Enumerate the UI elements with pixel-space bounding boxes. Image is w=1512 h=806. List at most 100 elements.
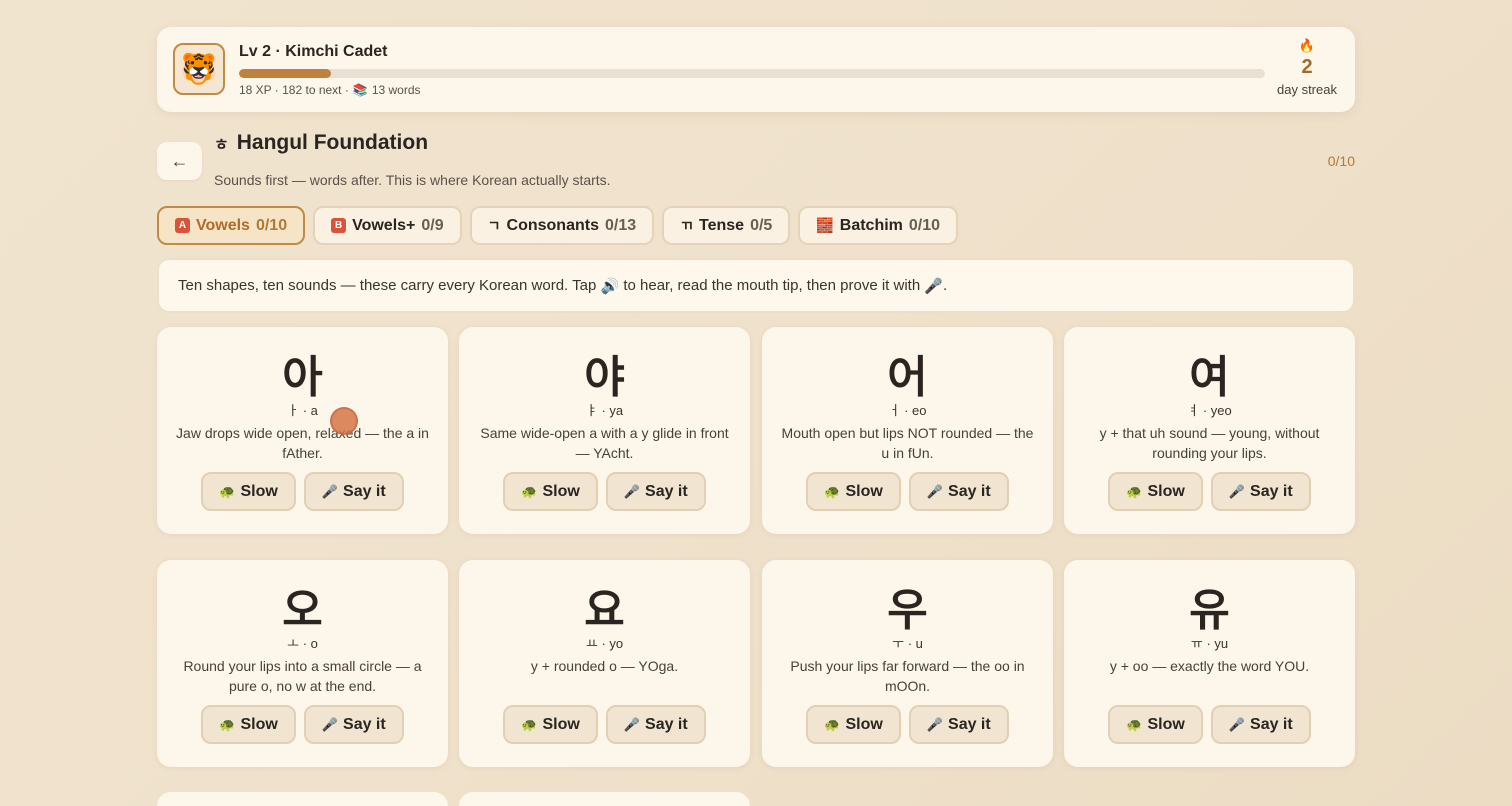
- turtle-icon: 🐢: [219, 483, 236, 499]
- tab-vowels-plus[interactable]: B Vowels+ 0/9: [313, 206, 462, 245]
- romanization: ㅜ · u: [892, 636, 923, 651]
- intro-text: .: [943, 277, 948, 294]
- romanization: ㅏ · a: [287, 403, 318, 418]
- vowel-card: [459, 792, 750, 806]
- romanization: ㅛ · yo: [585, 636, 624, 651]
- slow-label: Slow: [845, 715, 883, 733]
- vowel-card: 유ㅠ · yu y + oo — exactly the word YOU. 🐢 Sl…: [1064, 560, 1355, 767]
- slow-button[interactable]: 🐢 Slow: [201, 472, 296, 511]
- card-actions: 🐢 Slow 🎤 Say it: [459, 472, 750, 511]
- romanization: ㅕ · yeo: [1187, 403, 1232, 418]
- say-it-button[interactable]: 🎤 Say it: [908, 472, 1009, 511]
- slow-label: Slow: [542, 715, 580, 733]
- slow-button[interactable]: 🐢 Slow: [503, 472, 598, 511]
- hangul-syllable: 어: [887, 352, 928, 403]
- mouth-tip: Jaw drops wide open, relaxed — the a in …: [176, 425, 429, 461]
- microphone-icon: 🎤: [321, 716, 339, 732]
- turtle-icon: 🐢: [1126, 483, 1143, 499]
- say-it-label: Say it: [645, 482, 688, 500]
- slow-label: Slow: [1147, 715, 1185, 733]
- turtle-icon: 🐢: [824, 483, 841, 499]
- vowel-card: [157, 792, 448, 806]
- card-actions: 🐢 Slow 🎤 Say it: [762, 705, 1053, 744]
- say-it-button[interactable]: 🎤 Say it: [303, 472, 404, 511]
- hangul-syllable: 여: [1189, 352, 1230, 403]
- slow-button[interactable]: 🐢 Slow: [1108, 472, 1203, 511]
- turtle-icon: 🐢: [219, 716, 236, 732]
- tab-count: 0/13: [604, 216, 637, 234]
- vowel-card: 야ㅑ · ya Same wide-open a with a y glide i…: [459, 327, 750, 534]
- say-it-button[interactable]: 🎤 Say it: [1210, 472, 1311, 511]
- xp-meta: 18 XP · 182 to next · 📚 13 words: [239, 83, 421, 97]
- card-actions: 🐢 Slow 🎤 Say it: [1064, 705, 1355, 744]
- microphone-icon: 🎤: [1228, 716, 1246, 732]
- say-it-label: Say it: [948, 482, 991, 500]
- flame-icon: 🔥: [1298, 38, 1316, 53]
- say-it-button[interactable]: 🎤 Say it: [908, 705, 1009, 744]
- turtle-icon: 🐢: [1126, 716, 1143, 732]
- hangul-glyph-icon: ㅎ: [214, 137, 229, 154]
- back-button[interactable]: ←: [157, 142, 202, 180]
- vowel-card: 오ㅗ · o Round your lips into a small circl…: [157, 560, 448, 767]
- brick-icon: 🧱: [816, 217, 834, 233]
- turtle-icon: 🐢: [521, 483, 538, 499]
- mouth-tip: Push your lips far forward — the oo in m…: [790, 658, 1025, 694]
- letter-b-badge-icon: B: [331, 218, 347, 233]
- mouth-tip: y + rounded o — YOga.: [530, 658, 679, 674]
- card-actions: 🐢 Slow 🎤 Say it: [762, 472, 1053, 511]
- words-count: 13 words: [371, 83, 421, 97]
- microphone-icon: 🎤: [926, 716, 944, 732]
- turtle-icon: 🐢: [521, 716, 538, 732]
- tab-consonants[interactable]: ㄱ Consonants 0/13: [469, 206, 655, 245]
- level-title: Lv 2 · Kimchi Cadet: [239, 43, 388, 60]
- page-title-text: Hangul Foundation: [236, 131, 429, 154]
- level-header: 🐯 Lv 2 · Kimchi Cadet 18 XP · 182 to nex…: [157, 27, 1355, 112]
- slow-button[interactable]: 🐢 Slow: [806, 705, 901, 744]
- tab-label: Batchim: [839, 216, 903, 234]
- tab-count: 0/10: [908, 216, 941, 234]
- romanization: ㅗ · o: [287, 636, 318, 651]
- tab-tense[interactable]: ㄲ Tense 0/5: [662, 206, 791, 245]
- microphone-icon: 🎤: [926, 483, 944, 499]
- tab-count: 0/5: [750, 216, 773, 234]
- slow-button[interactable]: 🐢 Slow: [503, 705, 598, 744]
- hangul-syllable: 우: [887, 585, 928, 636]
- slow-button[interactable]: 🐢 Slow: [1108, 705, 1203, 744]
- xp-progress-bar: [239, 69, 1265, 78]
- slow-label: Slow: [845, 482, 883, 500]
- card-actions: 🐢 Slow 🎤 Say it: [157, 472, 448, 511]
- tab-vowels[interactable]: A Vowels 0/10: [157, 206, 306, 245]
- romanization: ㅑ · ya: [585, 403, 624, 418]
- hangul-syllable: 유: [1189, 585, 1230, 636]
- say-it-button[interactable]: 🎤 Say it: [303, 705, 404, 744]
- say-it-label: Say it: [1250, 715, 1293, 733]
- xp-progress-fill: [239, 69, 332, 78]
- turtle-icon: 🐢: [824, 716, 841, 732]
- say-it-label: Say it: [645, 715, 688, 733]
- vowel-card: 우ㅜ · u Push your lips far forward — the o…: [762, 560, 1053, 767]
- microphone-icon: 🎤: [321, 483, 339, 499]
- hangul-syllable: 아: [282, 352, 323, 403]
- tab-batchim[interactable]: 🧱 Batchim 0/10: [798, 206, 959, 245]
- mouth-tip: y + oo — exactly the word YOU.: [1109, 658, 1310, 674]
- tab-count: 0/9: [421, 216, 444, 234]
- microphone-icon: 🎤: [924, 277, 944, 295]
- say-it-label: Say it: [343, 482, 386, 500]
- letter-a-badge-icon: A: [175, 218, 190, 233]
- vowel-card: 어ㅓ · eo Mouth open but lips NOT rounded —…: [762, 327, 1053, 534]
- card-actions: 🐢 Slow 🎤 Say it: [157, 705, 448, 744]
- say-it-button[interactable]: 🎤 Say it: [605, 472, 706, 511]
- say-it-button[interactable]: 🎤 Say it: [1210, 705, 1311, 744]
- vowel-card: 여ㅕ · yeo y + that uh sound — young, witho…: [1064, 327, 1355, 534]
- slow-button[interactable]: 🐢 Slow: [201, 705, 296, 744]
- slow-button[interactable]: 🐢 Slow: [806, 472, 901, 511]
- slow-label: Slow: [542, 482, 580, 500]
- intro-banner: Ten shapes, ten sounds — these carry eve…: [157, 258, 1355, 313]
- vowel-card: 요ㅛ · yo y + rounded o — YOga. 🐢 Slow 🎤 Say it: [459, 560, 750, 767]
- card-actions: 🐢 Slow 🎤 Say it: [459, 705, 750, 744]
- mouth-tip: Round your lips into a small circle — a …: [183, 658, 422, 694]
- say-it-button[interactable]: 🎤 Say it: [605, 705, 706, 744]
- streak-counter: 🔥 2 day streak: [1275, 38, 1339, 97]
- tab-count: 0/10: [255, 216, 288, 234]
- say-it-label: Say it: [1250, 482, 1293, 500]
